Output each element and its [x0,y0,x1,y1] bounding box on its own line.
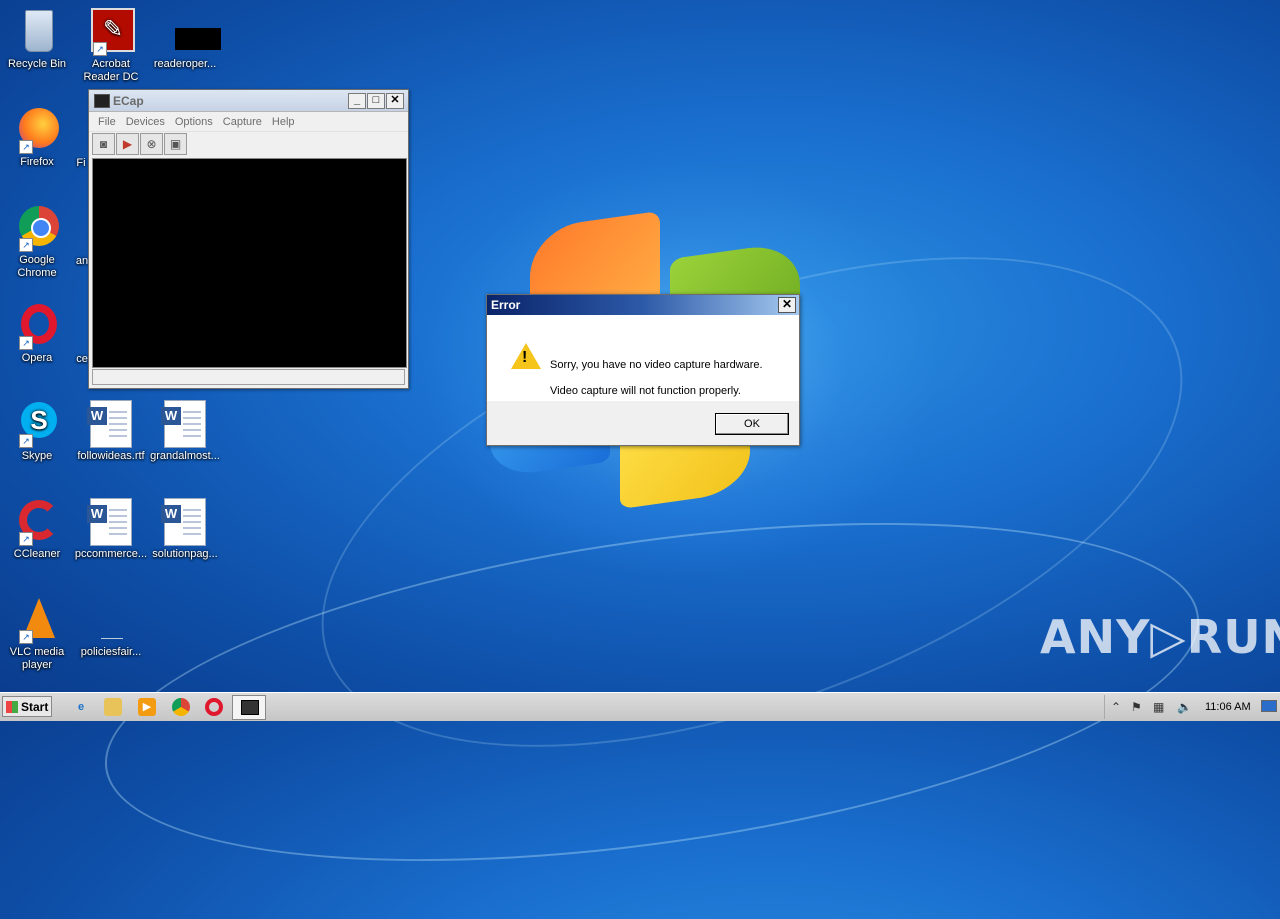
ecap-window[interactable]: ECap _ □ ✕ File Devices Options Capture … [88,89,409,389]
desktop-icon-acrobat[interactable]: ✎ ↗ Acrobat Reader DC [74,8,148,84]
close-button[interactable]: ✕ [778,297,796,313]
desktop-icon-grandalmost[interactable]: W grandalmost... [148,400,222,463]
shortcut-arrow-icon: ↗ [19,630,33,644]
desktop-icon-skype[interactable]: S ↗ Skype [0,400,74,463]
explorer-icon[interactable] [104,698,122,716]
word-doc-icon: W [161,400,206,448]
error-body: ! Sorry, you have no video capture hardw… [487,315,799,401]
status-bar [92,369,405,385]
windows-flag-icon [6,701,18,713]
close-button[interactable]: ✕ [386,92,404,109]
recycle-bin-icon [25,10,53,52]
start-label: Start [21,700,49,714]
anyrun-watermark: ANY▷RUN [1040,610,1280,664]
shortcut-arrow-icon: ↗ [19,336,33,350]
opera-icon[interactable] [205,698,223,716]
action-center-flag-icon[interactable]: ⚑ [1131,700,1142,714]
maximize-button[interactable]: □ [367,92,385,109]
word-doc-icon: W [161,498,206,546]
ecap-title: ECap [113,93,144,108]
camera-icon [94,93,110,108]
file-icon [175,28,221,50]
ok-button[interactable]: OK [715,413,789,435]
image-icon[interactable]: ▣ [164,133,187,155]
play-icon[interactable]: ▶ [116,133,139,155]
desktop-icon-readeroper[interactable]: readeroper... [148,8,222,71]
error-message-1: Sorry, you have no video capture hardwar… [550,359,763,371]
menu-devices[interactable]: Devices [121,116,170,128]
ecap-menubar: File Devices Options Capture Help [89,112,408,131]
shortcut-arrow-icon: ↗ [93,42,107,56]
desktop-icon-chrome[interactable]: ↗ Google Chrome [0,204,74,280]
file-icon [101,616,123,639]
ecap-taskbar-button[interactable] [232,695,266,720]
desktop-icon-policiesfair[interactable]: policiesfair... [74,596,148,659]
skype-icon: S [21,402,57,438]
ecap-titlebar[interactable]: ECap _ □ ✕ [89,90,408,112]
shortcut-arrow-icon: ↗ [19,238,33,252]
desktop-icon-opera[interactable]: ↗ Opera [0,302,74,365]
start-button[interactable]: Start [2,696,52,717]
desktop-icon-followideas[interactable]: W followideas.rtf [74,400,148,463]
system-tray: ⌃ ⚑ ▦ 🔈 11:06 AM [1104,695,1280,719]
desktop-icon-firefox[interactable]: ↗ Firefox [0,106,74,169]
error-titlebar[interactable]: Error ✕ [487,295,799,315]
desktop-icon-solutionpag[interactable]: W solutionpag... [148,498,222,561]
camera-icon [241,700,259,715]
clock[interactable]: 11:06 AM [1205,701,1251,713]
desktop-icon-ccleaner[interactable]: ↗ CCleaner [0,498,74,561]
media-player-icon[interactable]: ▶ [138,698,156,716]
volume-icon[interactable]: 🔈 [1177,700,1192,714]
warning-mark: ! [522,349,528,366]
ie-icon[interactable]: e [72,698,90,716]
taskbar: Start e ▶ ⌃ ⚑ ▦ 🔈 11:06 AM [0,692,1280,721]
shortcut-arrow-icon: ↗ [19,140,33,154]
video-preview [92,158,407,368]
minimize-button[interactable]: _ [348,92,366,109]
shortcut-arrow-icon: ↗ [19,434,33,448]
shortcut-arrow-icon: ↗ [19,532,33,546]
menu-options[interactable]: Options [170,116,218,128]
menu-help[interactable]: Help [267,116,300,128]
word-doc-icon: W [87,400,132,448]
camera-icon[interactable]: ◙ [92,133,115,155]
desktop-icon-pccommerce[interactable]: W pccommerce... [74,498,148,561]
menu-file[interactable]: File [93,116,121,128]
menu-capture[interactable]: Capture [218,116,267,128]
chrome-icon[interactable] [172,698,190,716]
desktop-icon-partial-fi[interactable]: Fi [74,157,88,170]
show-hidden-icons-icon[interactable]: ⌃ [1111,700,1121,714]
desktop-icon-vlc[interactable]: ↗ VLC media player [0,596,74,672]
error-title: Error [491,298,521,312]
network-icon[interactable]: ▦ [1153,700,1164,714]
error-message-2: Video capture will not function properly… [550,385,741,397]
ecap-toolbar: ◙ ▶ ⊗ ▣ [89,131,408,156]
stop-icon[interactable]: ⊗ [140,133,163,155]
word-doc-icon: W [87,498,132,546]
desktop-icon-recycle-bin[interactable]: Recycle Bin [0,8,74,71]
error-dialog[interactable]: Error ✕ ! Sorry, you have no video captu… [486,294,800,446]
show-desktop-icon[interactable] [1261,700,1277,712]
